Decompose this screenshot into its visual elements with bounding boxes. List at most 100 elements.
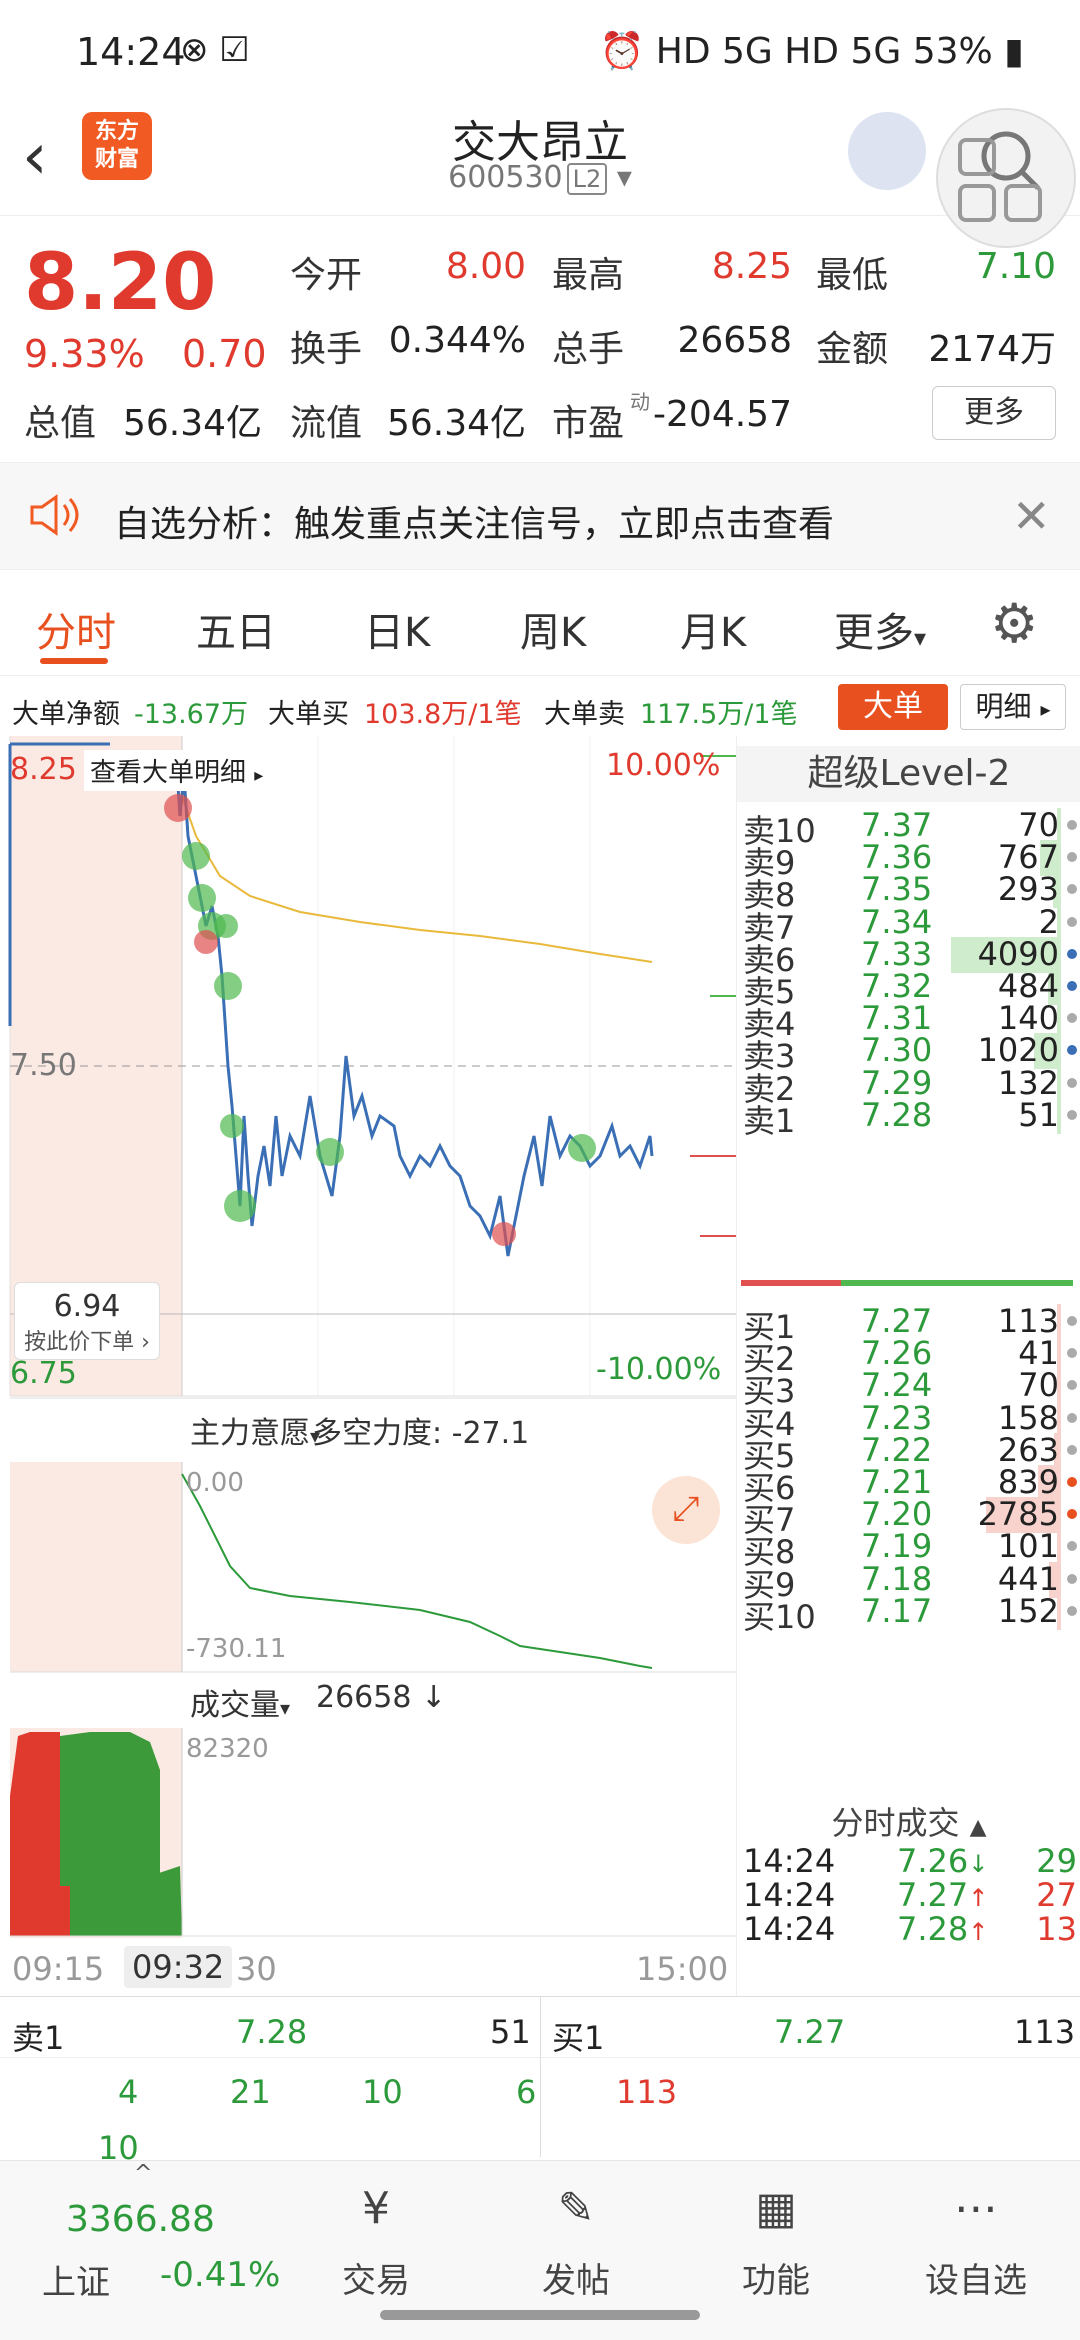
tab-more[interactable]: 更多▾ [834, 600, 926, 658]
detail-button[interactable]: 明细 ▸ [960, 684, 1066, 730]
chart-tabs: 分时 五日 日K 周K 月K 更多▾ ⚙ [0, 572, 1080, 676]
sub2-indicator-name: 成交量 [190, 1688, 280, 1723]
big-buy-bubble [188, 884, 216, 912]
big-buy-bubble [316, 1138, 344, 1166]
big-buy-bubble [214, 914, 238, 938]
turnover-label: 换手 [290, 329, 363, 370]
analysis-alert[interactable]: 自选分析：触发重点关注信号，立即点击查看 ✕ [0, 462, 1080, 570]
tab-intraday[interactable]: 分时 [36, 600, 116, 658]
price-axis-top: 8.25 [10, 752, 77, 787]
status-dot-icon [1067, 1509, 1077, 1520]
open-value: 8.00 [445, 246, 526, 287]
big-buy-label: 大单买 [268, 699, 349, 730]
sub1-indicator-select[interactable]: 主力意愿▾ [190, 1408, 320, 1452]
big-buy-value: 103.8万/1笔 [364, 699, 522, 730]
status-dot-icon [1067, 948, 1077, 959]
robot-avatar-icon[interactable] [848, 112, 926, 190]
view-big-order-detail[interactable]: 查看大单明细 ▸ [84, 750, 270, 791]
amount-value: 2174万 [928, 329, 1056, 370]
home-indicator[interactable] [380, 2310, 700, 2320]
expand-icon[interactable]: ⤢ [652, 1476, 720, 1544]
gear-icon[interactable]: ⚙ [990, 592, 1038, 655]
chevron-right-icon: › [141, 1330, 150, 1355]
ask-row[interactable]: 卖1 7.28 51 [737, 1090, 1080, 1140]
triangle-down-icon: ▾ [914, 624, 927, 652]
price-axis-bottom: 6.75 [10, 1356, 77, 1391]
big-buy-bubble [214, 972, 242, 1000]
status-dot-icon [1067, 1412, 1077, 1423]
status-dot-icon [1067, 1109, 1077, 1120]
tab-five-day[interactable]: 五日 [196, 600, 276, 658]
caret-up-icon: ^ [134, 2161, 153, 2186]
index-ticker[interactable]: ^ 3366.88 上证 -0.41% [20, 2161, 280, 2340]
book-level-label: 卖1 [743, 1101, 796, 1140]
arrow-up-icon: ↑ [968, 1918, 989, 1946]
tab-weekly-k[interactable]: 周K [520, 600, 586, 658]
tab-active-indicator [40, 658, 108, 664]
status-dot-icon [1067, 916, 1077, 927]
status-dot-icon [1067, 852, 1077, 863]
status-dot-icon [1067, 820, 1077, 830]
sub2-indicator-select[interactable]: 成交量▾ [190, 1680, 290, 1724]
cursor-price-tag[interactable]: 6.94 按此价下单 › [14, 1282, 160, 1360]
status-bar: 14:24 ⊗ ☑ ⏰ HD 5G HD 5G 53% ▮ [0, 0, 1080, 100]
bid-row[interactable]: 买10 7.17 152 [737, 1586, 1080, 1636]
nav-functions[interactable]: ▦ 功能 [676, 2161, 876, 2340]
time-cursor: 09:32 [124, 1946, 233, 1988]
big-sell-label: 大单卖 [544, 699, 625, 730]
sell-queue-item: 6 [516, 2073, 537, 2111]
status-dot-icon [1067, 1380, 1077, 1391]
high-label: 最高 [552, 255, 625, 296]
pe-label: 市盈 [552, 403, 625, 444]
high-value: 8.25 [711, 246, 792, 287]
avg-price-line [181, 795, 653, 963]
tab-daily-k[interactable]: 日K [364, 600, 430, 658]
level2-title[interactable]: 超级Level-2 [737, 746, 1080, 802]
cursor-price: 6.94 [53, 1289, 121, 1324]
order-at-price-label: 按此价下单 [24, 1330, 135, 1355]
sell-queue-item: 21 [230, 2073, 271, 2111]
l1-sell-vol: 51 [490, 2013, 531, 2051]
l1-sell-label: 卖1 [12, 2019, 65, 2057]
net-big-order-label: 大单净额 [12, 699, 120, 730]
intraday-chart[interactable]: 8.25 查看大单明细 ▸ 10.00% 7.50 6.94 按此价下单 › 6… [0, 736, 736, 1996]
tab-monthly-k[interactable]: 月K [680, 600, 746, 658]
tick-price-wrap: 7.28↑ [897, 1910, 988, 1948]
status-dot-icon [1067, 1348, 1077, 1359]
triangle-right-icon: ▸ [1040, 697, 1051, 721]
nav-add-watchlist[interactable]: ⋯ 设自选 [876, 2161, 1076, 2340]
edit-icon: ✎ [557, 2183, 595, 2234]
status-time: 14:24 [76, 30, 186, 74]
pe-value: -204.57 [653, 394, 792, 435]
sub1-axis-bottom: -730.11 [186, 1634, 287, 1664]
book-volume: 51 [1018, 1095, 1059, 1134]
tick-time: 14:24 [743, 1910, 836, 1948]
quote-panel: 8.20 9.33% 0.70 今开 8.00 最高 8.25 最低 7.10 … [0, 218, 1080, 462]
sub1-indicator-name: 主力意愿 [190, 1416, 310, 1451]
buy-queue-item: 113 [616, 2073, 678, 2111]
stock-header: ‹ 东方 财富 交大昂立 600530 L2 ▾ [0, 100, 1080, 248]
status-dot-icon [1067, 1316, 1077, 1326]
big-buy-bubble [568, 1134, 596, 1162]
sub2-volume-number: 26658 [316, 1680, 412, 1715]
book-price: 7.17 [861, 1591, 933, 1630]
close-icon[interactable]: ✕ [1012, 489, 1051, 543]
sub2-axis-top: 82320 [186, 1734, 269, 1764]
yen-refresh-icon: ¥ [362, 2183, 390, 2234]
level-badge: L2 [566, 163, 608, 195]
mktcap-label: 总值 [24, 403, 97, 444]
sub1-axis-top: 0.00 [186, 1468, 244, 1498]
mktcap-value: 56.34亿 [122, 403, 262, 444]
ask-bid-divider-green [841, 1280, 1073, 1286]
triangle-down-icon: ▾ [280, 1696, 291, 1720]
percent-axis-bottom: -10.00% [596, 1352, 722, 1387]
status-dot-icon [1067, 1077, 1077, 1088]
triangle-right-icon: ▸ [254, 765, 264, 786]
l1-buy-price: 7.27 [774, 2013, 846, 2051]
index-value: 3366.88 [66, 2199, 215, 2240]
status-dot-icon [1067, 1444, 1077, 1455]
ask-bid-divider-red [741, 1280, 841, 1286]
status-dot-icon [1067, 1045, 1077, 1056]
more-quote-button[interactable]: 更多 [932, 386, 1056, 440]
big-order-button[interactable]: 大单 [838, 684, 948, 730]
